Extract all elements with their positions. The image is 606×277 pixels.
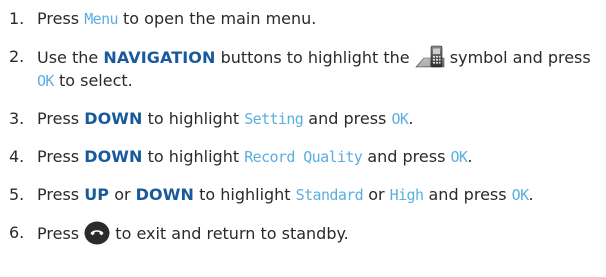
menu-option-label: Standard xyxy=(295,186,364,204)
step-text: Use the NAVIGATION buttons to highlight … xyxy=(37,45,604,93)
end-call-icon xyxy=(84,221,110,245)
step-1: 1. Press Menu to open the main menu. xyxy=(9,7,604,31)
step-4: 4. Press DOWN to highlight Record Qualit… xyxy=(9,145,604,169)
settings-phone-icon xyxy=(415,45,445,69)
step-text: Press Menu to open the main menu. xyxy=(37,9,317,28)
step-number: 4. xyxy=(9,147,25,166)
instruction-steps: 1. Press Menu to open the main menu. 2. … xyxy=(9,0,604,245)
ok-key-label: OK xyxy=(37,72,54,90)
down-key-label: DOWN xyxy=(135,185,194,204)
step-5: 5. Press UP or DOWN to highlight Standar… xyxy=(9,183,604,207)
navigation-key-label: NAVIGATION xyxy=(103,48,216,67)
ok-key-label: OK xyxy=(391,110,409,128)
step-text: Press DOWN to highlight Record Quality a… xyxy=(37,147,473,166)
down-key-label: DOWN xyxy=(84,147,143,166)
menu-option-label: High xyxy=(389,186,424,204)
ok-key-label: OK xyxy=(511,186,529,204)
menu-item-label: Setting xyxy=(244,110,304,128)
step-number: 6. xyxy=(9,223,25,242)
menu-softkey-label: Menu xyxy=(84,10,118,28)
menu-item-label: Record Quality xyxy=(244,148,363,166)
up-key-label: UP xyxy=(84,185,110,204)
step-number: 2. xyxy=(9,47,25,66)
step-number: 3. xyxy=(9,109,25,128)
step-number: 5. xyxy=(9,185,25,204)
step-2: 2. Use the NAVIGATION buttons to highlig… xyxy=(9,45,604,93)
step-6: 6. Press to exit and return to standby. xyxy=(9,221,604,245)
step-text: Press UP or DOWN to highlight Standard o… xyxy=(37,185,534,204)
step-text: Press DOWN to highlight Setting and pres… xyxy=(37,109,414,128)
step-number: 1. xyxy=(9,9,25,28)
down-key-label: DOWN xyxy=(84,109,143,128)
ok-key-label: OK xyxy=(450,148,468,166)
step-text: Press to exit and return to standby. xyxy=(37,221,604,245)
step-3: 3. Press DOWN to highlight Setting and p… xyxy=(9,107,604,131)
